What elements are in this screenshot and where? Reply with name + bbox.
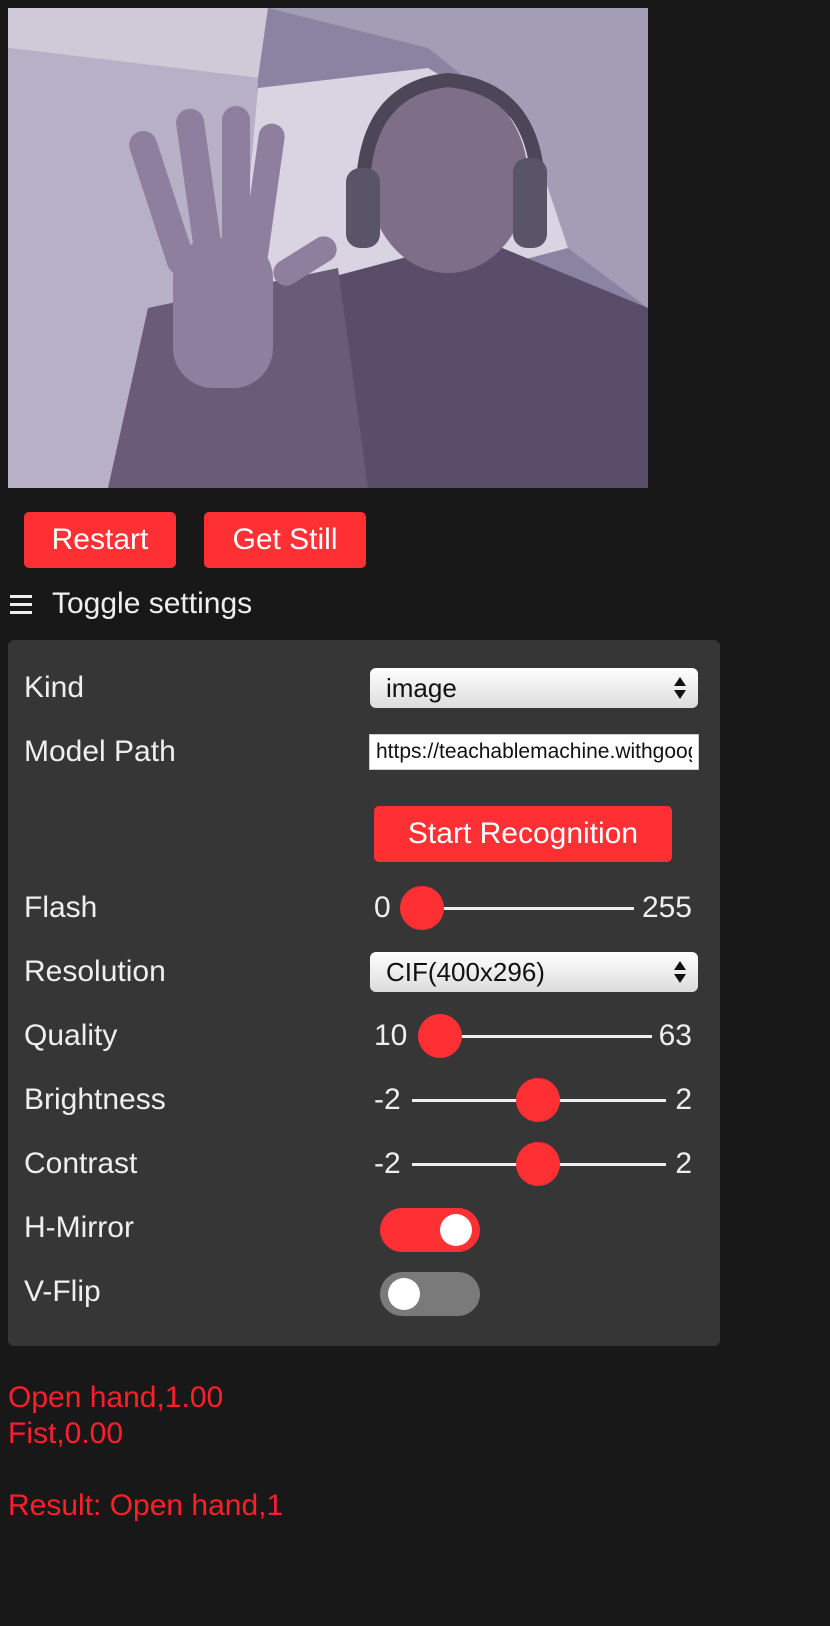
- kind-row: Kind image: [8, 664, 720, 712]
- hamburger-icon: [10, 594, 32, 614]
- vflip-toggle[interactable]: [380, 1272, 480, 1316]
- kind-label: Kind: [24, 671, 85, 704]
- flash-row: Flash 0 255: [8, 884, 720, 932]
- result-line-open-hand: Open hand,1.00: [8, 1381, 224, 1414]
- model-path-row: Model Path: [8, 728, 720, 776]
- camera-stream-image: [8, 8, 648, 488]
- kind-select-value: image: [386, 673, 457, 703]
- brightness-min: -2: [374, 1083, 401, 1116]
- get-still-button[interactable]: Get Still: [204, 512, 366, 568]
- flash-slider-thumb[interactable]: [400, 886, 444, 930]
- hmirror-row: H-Mirror: [8, 1204, 720, 1252]
- model-path-label: Model Path: [24, 735, 176, 768]
- restart-button[interactable]: Restart: [24, 512, 176, 568]
- contrast-max: 2: [675, 1147, 692, 1180]
- toggle-settings-label: Toggle settings: [52, 587, 253, 620]
- kind-select[interactable]: image: [370, 668, 698, 708]
- resolution-row: Resolution CIF(400x296): [8, 948, 720, 996]
- contrast-slider-thumb[interactable]: [516, 1142, 560, 1186]
- quality-slider-thumb[interactable]: [418, 1014, 462, 1058]
- vflip-label: V-Flip: [24, 1275, 101, 1308]
- toggle-knob: [440, 1214, 472, 1246]
- brightness-label: Brightness: [24, 1083, 166, 1116]
- resolution-select[interactable]: CIF(400x296): [370, 952, 698, 992]
- contrast-label: Contrast: [24, 1147, 138, 1180]
- result-summary: Result: Open hand,1: [8, 1489, 284, 1522]
- contrast-min: -2: [374, 1147, 401, 1180]
- brightness-max: 2: [675, 1083, 692, 1116]
- toggle-knob: [388, 1278, 420, 1310]
- contrast-row: Contrast -2 2: [8, 1140, 720, 1188]
- quality-min: 10: [374, 1019, 408, 1052]
- brightness-slider-thumb[interactable]: [516, 1078, 560, 1122]
- hmirror-toggle[interactable]: [380, 1208, 480, 1252]
- vflip-row: V-Flip: [8, 1268, 720, 1316]
- flash-min: 0: [374, 891, 391, 924]
- resolution-select-value: CIF(400x296): [386, 957, 545, 987]
- flash-max: 255: [641, 891, 692, 924]
- quality-row: Quality 10 63: [8, 1012, 720, 1060]
- quality-max: 63: [658, 1019, 692, 1052]
- resolution-label: Resolution: [24, 955, 166, 988]
- model-path-input[interactable]: [369, 734, 699, 770]
- select-arrows-icon: [674, 674, 686, 702]
- result-line-fist: Fist,0.00: [8, 1417, 124, 1450]
- brightness-row: Brightness -2 2: [8, 1076, 720, 1124]
- hmirror-label: H-Mirror: [24, 1211, 134, 1244]
- quality-label: Quality: [24, 1019, 118, 1052]
- flash-label: Flash: [24, 891, 98, 924]
- start-recognition-button[interactable]: Start Recognition: [374, 806, 672, 862]
- recognition-results: Open hand,1.00 Fist,0.00 Result: Open ha…: [8, 1380, 283, 1524]
- toggle-settings[interactable]: Toggle settings: [10, 582, 252, 626]
- settings-panel: Kind image Model Path Flash 0 255 Resolu…: [8, 640, 720, 1346]
- select-arrows-icon: [674, 958, 686, 986]
